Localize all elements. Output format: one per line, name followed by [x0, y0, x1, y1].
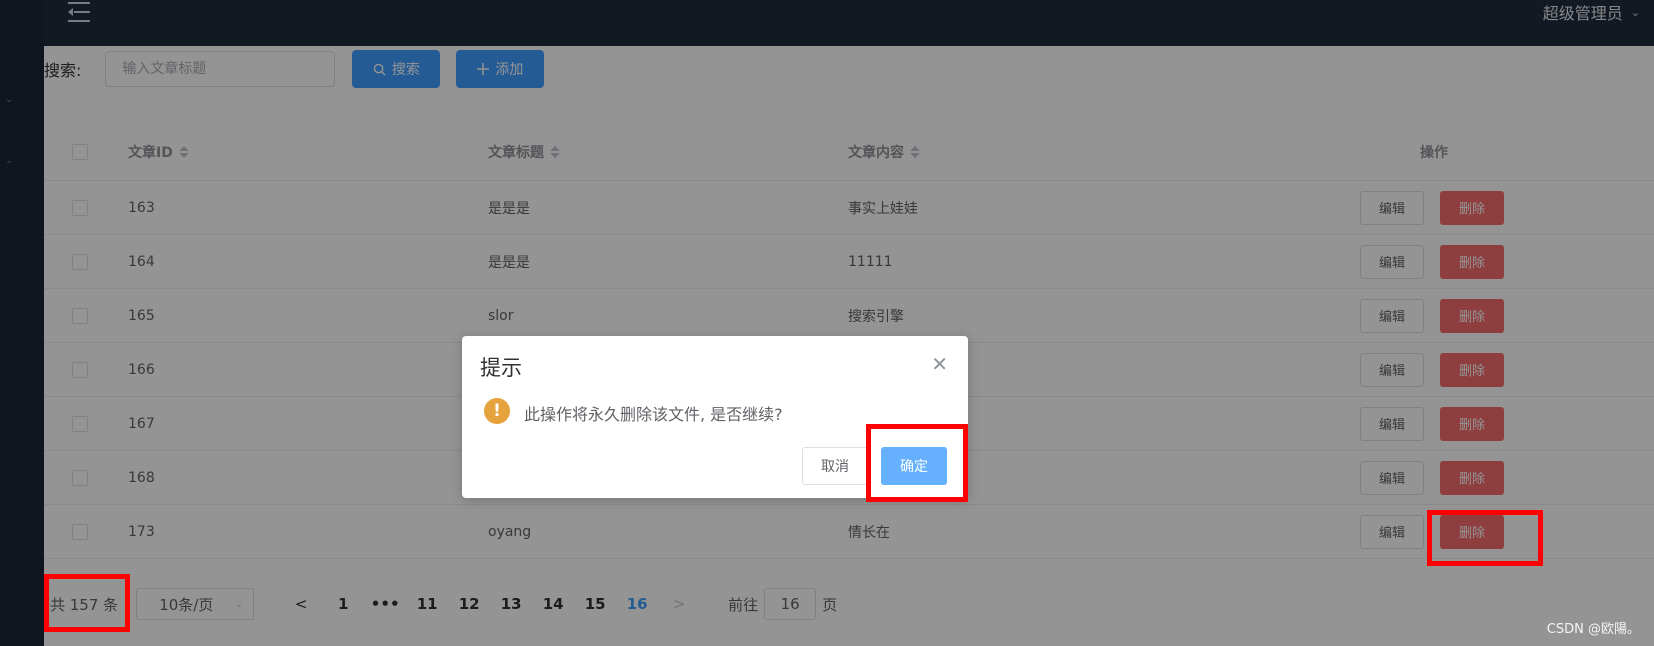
cancel-button[interactable]: 取消 [802, 447, 868, 485]
highlight-box-delete [1427, 510, 1543, 566]
highlight-box-confirm [866, 424, 968, 502]
dialog-message: 此操作将永久删除该文件, 是否继续? [524, 405, 783, 424]
warning-icon: ! [484, 398, 510, 424]
watermark: CSDN @欧陽。 [1546, 622, 1640, 637]
dialog-title: 提示 [480, 356, 522, 380]
highlight-box-total [44, 574, 130, 632]
close-icon[interactable]: ✕ [931, 352, 948, 376]
modal-overlay[interactable] [0, 0, 1654, 646]
